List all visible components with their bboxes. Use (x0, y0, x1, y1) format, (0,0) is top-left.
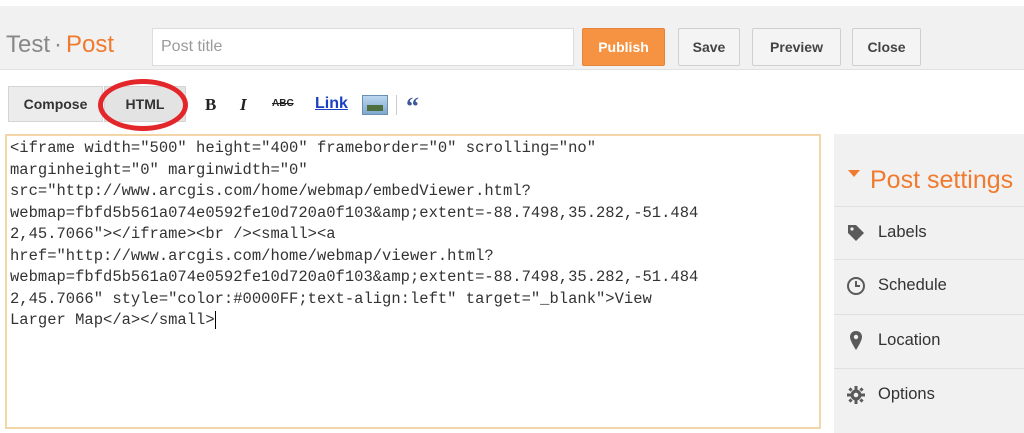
post-settings-title: Post settings (870, 166, 1014, 194)
gear-icon (846, 385, 866, 405)
bold-icon[interactable]: B (205, 95, 216, 115)
page-title: Test · Post (6, 31, 114, 59)
code-line: marginheight="0" marginwidth="0" (10, 160, 308, 179)
post-title-input[interactable] (152, 28, 574, 66)
map-pin-icon (846, 330, 866, 351)
sidebar-item-label: Location (878, 331, 941, 349)
italic-icon[interactable]: I (240, 95, 247, 115)
code-line: 2,45.7066" style="color:#0000FF;text-ali… (10, 289, 652, 308)
sidebar-item-location[interactable]: Location (834, 314, 1024, 366)
triangle-down-icon (848, 170, 860, 177)
code-line: webmap=fbfd5b561a074e0592fe10d720a0f103&… (10, 268, 699, 286)
sidebar-item-labels[interactable]: Labels (834, 206, 1024, 258)
sidebar-item-label: Options (878, 385, 935, 403)
sidebar-item-label: Schedule (878, 276, 947, 294)
toolbar-divider (396, 95, 397, 115)
title-separator: · (54, 31, 63, 58)
tag-icon (846, 223, 866, 243)
save-button[interactable]: Save (678, 28, 740, 66)
quote-icon[interactable]: “ (406, 92, 419, 122)
blog-name[interactable]: Test (6, 31, 50, 58)
link-button[interactable]: Link (315, 95, 348, 113)
editor-toolbar: Compose HTML B I ABC Link “ (0, 71, 1024, 131)
code-line: webmap=fbfd5b561a074e0592fe10d720a0f103&… (10, 203, 699, 222)
sidebar-item-schedule[interactable]: Schedule (834, 259, 1024, 311)
code-line: src="http://www.arcgis.com/home/webmap/e… (10, 182, 531, 200)
html-editor[interactable]: <iframe width="500" height="400" framebo… (5, 134, 821, 429)
clock-icon (846, 276, 866, 296)
section-name: Post (66, 31, 115, 58)
code-line: 2,45.7066"></iframe><br /><small><a (10, 225, 336, 243)
close-button[interactable]: Close (852, 28, 921, 66)
code-line-last: Larger Map</a></small> (10, 310, 816, 332)
sidebar-item-label: Labels (878, 223, 927, 241)
code-line-text: Larger Map</a></small> (10, 311, 215, 329)
code-line: <iframe width="500" height="400" framebo… (10, 139, 596, 157)
post-settings-sidebar: Post settings Labels Schedule Location O… (834, 134, 1024, 433)
editor-header: Test·Post Publish Save Preview Close (0, 6, 1024, 70)
image-icon[interactable] (362, 95, 388, 115)
code-line: href="http://www.arcgis.com/home/webmap/… (10, 246, 494, 265)
preview-button[interactable]: Preview (752, 28, 841, 66)
sidebar-item-options[interactable]: Options (834, 368, 1024, 420)
text-caret (214, 310, 216, 329)
publish-button[interactable]: Publish (582, 28, 665, 66)
post-settings-header[interactable]: Post settings (834, 142, 1024, 202)
tab-compose[interactable]: Compose (8, 86, 103, 122)
strikethrough-icon[interactable]: ABC (272, 98, 294, 109)
tab-html[interactable]: HTML (104, 86, 186, 122)
